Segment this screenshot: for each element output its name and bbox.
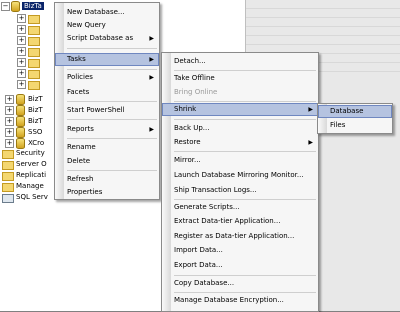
folder-icon xyxy=(28,15,40,24)
tree-node-label[interactable]: BizT xyxy=(28,117,43,125)
menu-back-up[interactable]: Back Up... xyxy=(163,123,317,134)
expand-icon[interactable]: + xyxy=(5,128,14,137)
tree-node-label[interactable]: SQL Serv xyxy=(16,193,48,201)
menu-tasks[interactable]: Tasks ▶ xyxy=(55,53,159,66)
menu-restore[interactable]: Restore ▶ xyxy=(163,137,317,148)
menu-import-data[interactable]: Import Data... xyxy=(163,245,317,256)
submenu-arrow-icon: ▶ xyxy=(149,56,154,63)
menu-new-query[interactable]: New Query xyxy=(56,20,158,31)
database-icon xyxy=(16,127,25,138)
expand-icon[interactable]: + xyxy=(17,80,26,89)
menu-item-label: Reports xyxy=(67,125,94,133)
menu-reports[interactable]: Reports ▶ xyxy=(56,124,158,135)
menu-properties[interactable]: Properties xyxy=(56,187,158,198)
expand-icon[interactable]: + xyxy=(5,106,14,115)
menu-new-database[interactable]: New Database... xyxy=(56,7,158,18)
submenu-arrow-icon: ▶ xyxy=(149,126,154,133)
expand-icon[interactable]: + xyxy=(17,14,26,23)
database-context-menu: New Database... New Query Script Databas… xyxy=(54,2,160,200)
menu-delete[interactable]: Delete xyxy=(56,156,158,167)
collapse-icon[interactable]: − xyxy=(1,2,10,11)
menu-mirror[interactable]: Mirror... xyxy=(163,155,317,166)
folder-icon xyxy=(2,183,14,192)
menu-facets[interactable]: Facets xyxy=(56,87,158,98)
folder-icon xyxy=(28,48,40,57)
expand-icon[interactable]: + xyxy=(5,139,14,148)
tree-node-label[interactable]: Server O xyxy=(16,160,47,168)
tree-node-label[interactable]: Manage xyxy=(16,182,44,190)
folder-icon xyxy=(28,59,40,68)
menu-register-data-tier[interactable]: Register as Data-tier Application... xyxy=(163,231,317,242)
tree-node-label[interactable]: BizTa xyxy=(22,2,44,10)
menu-launch-mirroring-monitor[interactable]: Launch Database Mirroring Monitor... xyxy=(163,170,317,181)
menu-shrink-files[interactable]: Files xyxy=(319,120,391,131)
tree-node-label[interactable]: BizT xyxy=(28,106,43,114)
folder-icon xyxy=(2,172,14,181)
expand-icon[interactable]: + xyxy=(17,69,26,78)
menu-export-data[interactable]: Export Data... xyxy=(163,260,317,271)
folder-icon xyxy=(28,26,40,35)
database-icon xyxy=(11,1,20,12)
menu-item-label: Tasks xyxy=(67,55,86,63)
menu-detach[interactable]: Detach... xyxy=(163,56,317,67)
expand-icon[interactable]: + xyxy=(17,47,26,56)
database-icon xyxy=(16,138,25,149)
menu-item-label: Shrink xyxy=(174,105,197,113)
shrink-submenu: Database Files xyxy=(317,103,393,134)
tree-node-label[interactable]: XCro xyxy=(28,139,44,147)
tree-node-label[interactable]: BizT xyxy=(28,95,43,103)
menu-item-label: Script Database as xyxy=(67,34,134,42)
folder-icon xyxy=(2,150,14,159)
sql-agent-icon xyxy=(2,194,14,203)
menu-extract-data-tier[interactable]: Extract Data-tier Application... xyxy=(163,216,317,227)
folder-icon xyxy=(28,70,40,79)
menu-manage-encryption[interactable]: Manage Database Encryption... xyxy=(163,295,317,306)
tree-node-label[interactable]: SSO xyxy=(28,128,42,136)
folder-icon xyxy=(28,81,40,90)
menu-refresh[interactable]: Refresh xyxy=(56,174,158,185)
menu-item-label: Restore xyxy=(174,138,201,146)
tree-node-label[interactable]: Security xyxy=(16,149,45,157)
menu-item-label: Policies xyxy=(67,73,93,81)
database-icon xyxy=(16,105,25,116)
menu-script-database-as[interactable]: Script Database as ▶ xyxy=(56,33,158,44)
menu-copy-database[interactable]: Copy Database... xyxy=(163,278,317,289)
submenu-arrow-icon: ▶ xyxy=(308,106,313,113)
submenu-arrow-icon: ▶ xyxy=(149,74,154,81)
database-icon xyxy=(16,94,25,105)
submenu-arrow-icon: ▶ xyxy=(149,35,154,42)
folder-icon xyxy=(28,37,40,46)
tree-node-label[interactable]: Replicati xyxy=(16,171,46,179)
menu-generate-scripts[interactable]: Generate Scripts... xyxy=(163,202,317,213)
submenu-arrow-icon: ▶ xyxy=(308,139,313,146)
menu-start-powershell[interactable]: Start PowerShell xyxy=(56,105,158,116)
menu-policies[interactable]: Policies ▶ xyxy=(56,72,158,83)
menu-shrink[interactable]: Shrink ▶ xyxy=(162,103,318,116)
menu-shrink-database[interactable]: Database xyxy=(318,105,392,118)
expand-icon[interactable]: + xyxy=(5,95,14,104)
menu-bring-online: Bring Online xyxy=(174,88,218,96)
menu-take-offline[interactable]: Take Offline xyxy=(163,73,317,84)
expand-icon[interactable]: + xyxy=(17,58,26,67)
database-icon xyxy=(16,116,25,127)
folder-icon xyxy=(2,161,14,170)
expand-icon[interactable]: + xyxy=(5,117,14,126)
expand-icon[interactable]: + xyxy=(17,25,26,34)
tasks-submenu: Detach... Take Offline Bring Online Shri… xyxy=(161,52,319,312)
expand-icon[interactable]: + xyxy=(17,36,26,45)
menu-ship-transaction-logs[interactable]: Ship Transaction Logs... xyxy=(163,185,317,196)
menu-rename[interactable]: Rename xyxy=(56,142,158,153)
